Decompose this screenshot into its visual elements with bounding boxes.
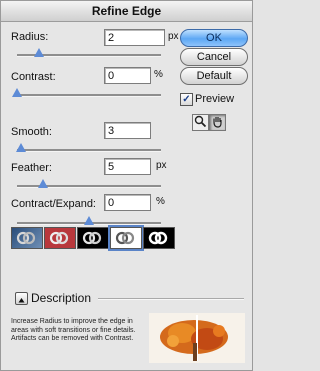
on-white-view-mode[interactable]	[108, 225, 144, 251]
preview-thumbnail-image	[149, 313, 245, 363]
contract-expand-slider-thumb[interactable]	[84, 216, 94, 225]
smooth-slider-track[interactable]	[17, 149, 161, 152]
ok-button[interactable]: OK	[180, 29, 248, 47]
radius-input[interactable]: 2	[104, 29, 165, 46]
contrast-label: Contrast:	[11, 71, 56, 83]
feather-label: Feather:	[11, 162, 52, 174]
feather-unit: px	[156, 160, 167, 171]
contract-expand-label: Contract/Expand:	[11, 198, 96, 210]
description-text: Increase Radius to improve the edge in a…	[11, 318, 136, 342]
contrast-slider-track[interactable]	[17, 94, 161, 97]
description-heading: Description	[31, 291, 92, 305]
description-toggle-button[interactable]	[15, 292, 28, 305]
contrast-unit: %	[154, 69, 163, 80]
feather-input[interactable]: 5	[104, 158, 151, 175]
smooth-input[interactable]: 3	[104, 122, 151, 139]
contract-expand-unit: %	[156, 196, 165, 207]
default-button[interactable]: Default	[180, 67, 248, 85]
preview-checkbox[interactable]: ✓	[180, 93, 193, 106]
cancel-button[interactable]: Cancel	[180, 48, 248, 66]
radius-label: Radius:	[11, 31, 49, 43]
contract-expand-input[interactable]: 0	[104, 194, 151, 211]
hand-tool-icon[interactable]	[209, 114, 226, 131]
contrast-input[interactable]: 0	[104, 67, 151, 84]
description-divider	[98, 298, 244, 300]
refine-edge-dialog: Refine Edge Radius: 2 px Contrast: 0 % S…	[0, 0, 253, 371]
preview-label: Preview	[195, 93, 235, 105]
dialog-title: Refine Edge	[1, 1, 252, 22]
radius-slider-thumb[interactable]	[33, 48, 44, 57]
radius-unit: px	[168, 31, 179, 42]
contrast-slider-thumb[interactable]	[12, 88, 22, 97]
on-black-view-mode[interactable]	[77, 227, 109, 249]
smooth-label: Smooth:	[11, 126, 52, 138]
quick-mask-view-mode[interactable]	[44, 227, 76, 249]
standard-view-mode[interactable]	[11, 227, 43, 249]
smooth-slider-thumb[interactable]	[16, 143, 27, 152]
mask-view-mode[interactable]	[143, 227, 175, 249]
feather-slider-thumb[interactable]	[37, 179, 48, 188]
zoom-tool-icon[interactable]	[192, 114, 209, 131]
